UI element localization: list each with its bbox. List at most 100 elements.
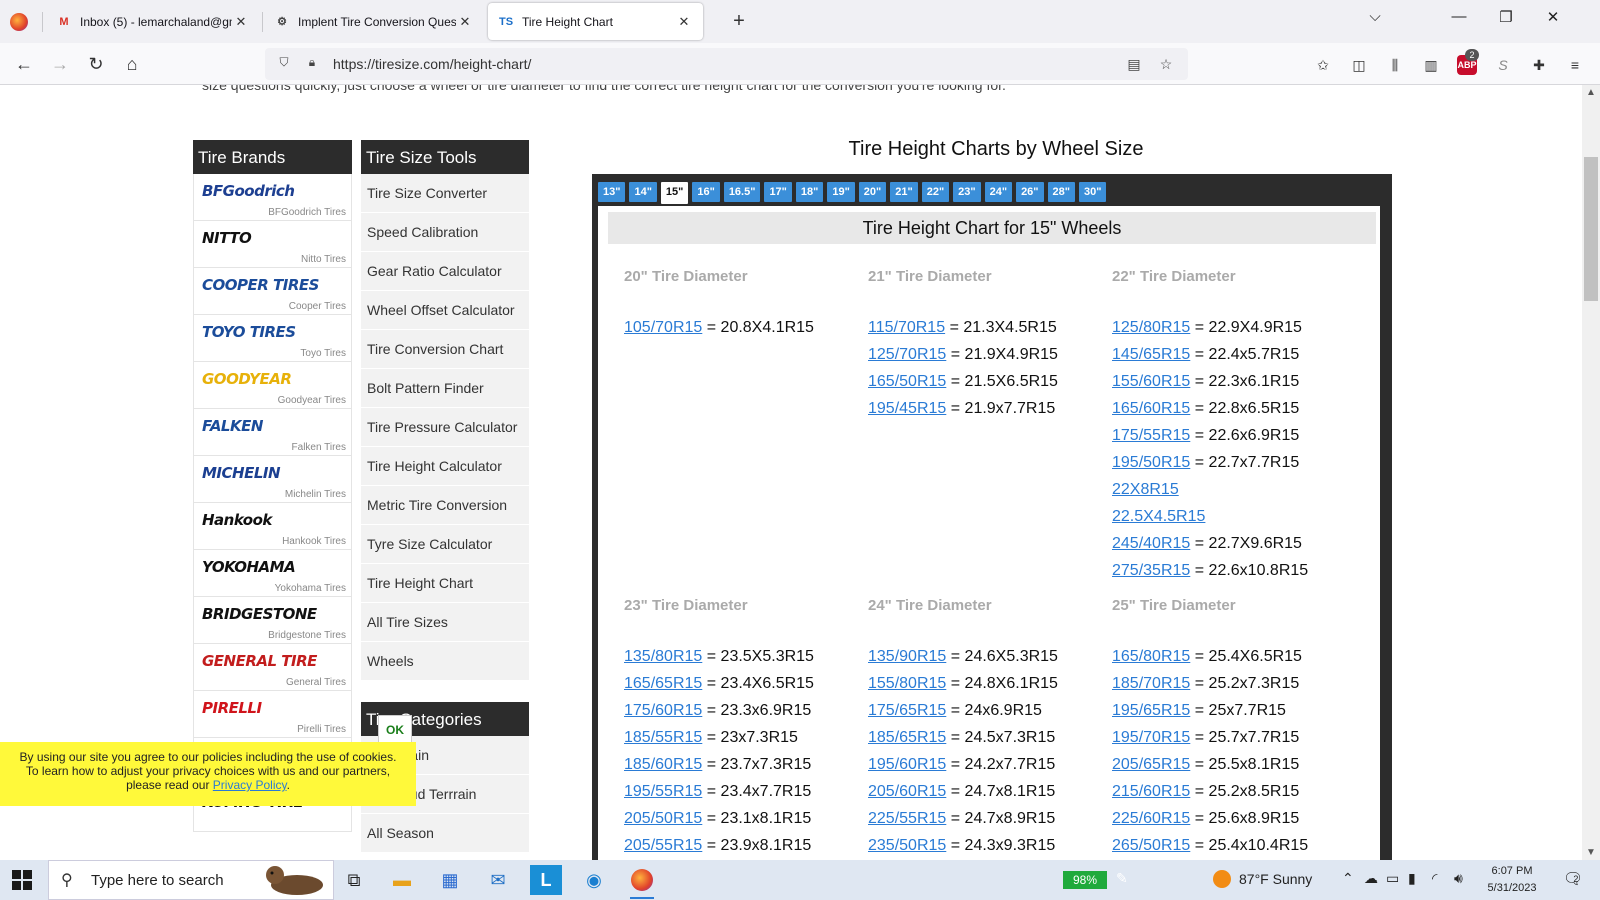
mail-icon[interactable]: ✉ bbox=[482, 865, 514, 895]
task-view-icon[interactable]: ⧉ bbox=[338, 865, 370, 895]
tire-size-link[interactable]: 235/50R15 bbox=[868, 837, 946, 854]
wheel-tab[interactable]: 19" bbox=[827, 182, 855, 202]
brand-item[interactable]: COOPER TIRES Cooper Tires bbox=[193, 268, 352, 315]
tool-link[interactable]: Wheel Offset Calculator bbox=[361, 291, 529, 330]
wheel-tab[interactable]: 16" bbox=[692, 182, 720, 202]
wheel-tab[interactable]: 28" bbox=[1047, 182, 1075, 202]
tire-size-link[interactable]: 165/60R15 bbox=[1112, 400, 1190, 417]
firefox-menu-icon[interactable] bbox=[10, 13, 28, 31]
new-tab-button[interactable]: + bbox=[727, 10, 751, 33]
list-all-tabs-icon[interactable]: ⌵ bbox=[1360, 8, 1390, 25]
close-window-button[interactable]: ✕ bbox=[1538, 8, 1568, 26]
tool-link[interactable]: Tire Size Converter bbox=[361, 174, 529, 213]
microsoft-store-icon[interactable]: ▦ bbox=[434, 865, 466, 895]
wheel-tab[interactable]: 26" bbox=[1016, 182, 1044, 202]
wheel-tab[interactable]: 21" bbox=[890, 182, 918, 202]
extensions-icon[interactable]: ✚ bbox=[1529, 55, 1549, 75]
wheel-tab[interactable]: 23" bbox=[953, 182, 981, 202]
url-bar[interactable]: ⛉ 🔒︎ https://tiresize.com/height-chart/ … bbox=[265, 48, 1188, 80]
scroll-thumb[interactable] bbox=[1584, 157, 1598, 301]
back-button[interactable]: ← bbox=[12, 52, 36, 76]
library-icon[interactable]: ⫼ bbox=[1385, 55, 1405, 75]
bookmark-star-icon[interactable]: ☆ bbox=[1156, 56, 1176, 73]
notification-icon[interactable]: 🗨︎2 bbox=[1563, 869, 1588, 889]
wheel-tab[interactable]: 13" bbox=[598, 182, 626, 202]
tire-size-link[interactable]: 175/60R15 bbox=[624, 702, 702, 719]
file-explorer-icon[interactable]: ▬ bbox=[386, 865, 418, 895]
tire-size-link[interactable]: 105/70R15 bbox=[624, 319, 702, 336]
tire-size-link[interactable]: 205/55R15 bbox=[624, 837, 702, 854]
tire-size-link[interactable]: 155/60R15 bbox=[1112, 373, 1190, 390]
tire-size-link[interactable]: 215/60R15 bbox=[1112, 783, 1190, 800]
brand-item[interactable]: NITTO Nitto Tires bbox=[193, 221, 352, 268]
tire-size-link[interactable]: 135/90R15 bbox=[868, 648, 946, 665]
brand-item[interactable]: YOKOHAMA Yokohama Tires bbox=[193, 550, 352, 597]
tool-link[interactable]: Tire Height Chart bbox=[361, 564, 529, 603]
cookie-ok-button[interactable]: OK bbox=[378, 715, 412, 745]
tool-link[interactable]: Gear Ratio Calculator bbox=[361, 252, 529, 291]
cloud-icon[interactable]: ☁ bbox=[1364, 870, 1378, 887]
brand-item[interactable]: BFGoodrich BFGoodrich Tires bbox=[193, 174, 352, 221]
tire-size-link[interactable]: 125/80R15 bbox=[1112, 319, 1190, 336]
display-icon[interactable]: ▭ bbox=[1386, 870, 1399, 887]
brand-item[interactable]: FALKEN Falken Tires bbox=[193, 409, 352, 456]
tire-size-link[interactable]: 205/50R15 bbox=[624, 810, 702, 827]
tool-link[interactable]: Metric Tire Conversion bbox=[361, 486, 529, 525]
shield-icon[interactable]: ⛉ bbox=[275, 55, 293, 73]
tire-size-link[interactable]: 195/45R15 bbox=[868, 400, 946, 417]
tire-size-link[interactable]: 245/40R15 bbox=[1112, 535, 1190, 552]
taskbar-search[interactable]: ⚲ Type here to search bbox=[48, 860, 334, 900]
wheel-tab[interactable]: 15" bbox=[660, 182, 689, 204]
firefox-taskbar-icon[interactable] bbox=[626, 865, 658, 899]
tire-size-link[interactable]: 195/65R15 bbox=[1112, 702, 1190, 719]
tab-tire-height-chart[interactable]: TS Tire Height Chart ✕ bbox=[488, 3, 703, 40]
brand-item[interactable]: BRIDGESTONE Bridgestone Tires bbox=[193, 597, 352, 644]
minimize-button[interactable]: — bbox=[1444, 8, 1474, 25]
pen-icon[interactable]: ✎ bbox=[1116, 870, 1128, 887]
tire-size-link[interactable]: 165/50R15 bbox=[868, 373, 946, 390]
tire-size-link[interactable]: 185/70R15 bbox=[1112, 675, 1190, 692]
close-tab-icon[interactable]: ✕ bbox=[456, 14, 474, 30]
wheel-tab[interactable]: 16.5" bbox=[723, 182, 761, 202]
windows-start-button[interactable] bbox=[12, 870, 32, 890]
taskbar-clock[interactable]: 6:07 PM 5/31/2023 bbox=[1482, 863, 1542, 897]
tool-link[interactable]: Tyre Size Calculator bbox=[361, 525, 529, 564]
tire-size-link[interactable]: 185/65R15 bbox=[868, 729, 946, 746]
tab-gmail[interactable]: M Inbox (5) - lemarchaland@gma ✕ bbox=[46, 3, 260, 40]
volume-icon[interactable]: 🔊︎ bbox=[1454, 870, 1463, 887]
home-button[interactable]: ⌂ bbox=[120, 52, 144, 76]
pocket-save-icon[interactable]: ✩ bbox=[1313, 55, 1333, 75]
wifi-icon[interactable]: ◜ bbox=[1432, 870, 1437, 887]
tire-size-link[interactable]: 175/65R15 bbox=[868, 702, 946, 719]
tool-link[interactable]: Speed Calibration bbox=[361, 213, 529, 252]
tire-size-link[interactable]: 22X8R15 bbox=[1112, 481, 1179, 498]
wheel-tab[interactable]: 17" bbox=[764, 182, 792, 202]
tab-tire-conversion[interactable]: ⚙ Implent Tire Conversion Questi ✕ bbox=[264, 3, 484, 40]
forward-button[interactable]: → bbox=[48, 52, 72, 76]
tire-size-link[interactable]: 195/60R15 bbox=[868, 756, 946, 773]
reload-button[interactable]: ↻ bbox=[84, 52, 108, 76]
wheel-tab[interactable]: 20" bbox=[858, 182, 887, 202]
wheel-tab[interactable]: 30" bbox=[1078, 182, 1107, 202]
tire-size-link[interactable]: 225/55R15 bbox=[868, 810, 946, 827]
pocket-icon[interactable]: ◫ bbox=[1349, 55, 1369, 75]
tool-link[interactable]: All Tire Sizes bbox=[361, 603, 529, 642]
sidebar-icon[interactable]: ▥ bbox=[1421, 55, 1441, 75]
wheel-tab[interactable]: 22" bbox=[921, 182, 950, 202]
tire-size-link[interactable]: 205/65R15 bbox=[1112, 756, 1190, 773]
reader-view-icon[interactable]: ▤ bbox=[1124, 56, 1144, 73]
s-extension-icon[interactable]: S bbox=[1493, 55, 1513, 75]
category-link[interactable]: All Season bbox=[361, 814, 529, 853]
weather-widget[interactable]: 87°F Sunny bbox=[1213, 870, 1312, 888]
chevron-up-icon[interactable]: ⌃ bbox=[1342, 870, 1354, 887]
battery-indicator[interactable]: 98% bbox=[1063, 871, 1107, 889]
lock-icon[interactable]: 🔒︎ bbox=[303, 55, 321, 73]
url-text[interactable]: https://tiresize.com/height-chart/ bbox=[333, 56, 1124, 72]
privacy-policy-link[interactable]: Privacy Policy bbox=[213, 778, 287, 792]
tire-size-link[interactable]: 205/60R15 bbox=[868, 783, 946, 800]
tire-size-link[interactable]: 275/35R15 bbox=[1112, 562, 1190, 579]
scroll-up-icon[interactable]: ▲ bbox=[1586, 87, 1596, 98]
l-app-icon[interactable]: L bbox=[530, 865, 562, 895]
close-tab-icon[interactable]: ✕ bbox=[232, 14, 250, 30]
wheel-tab[interactable]: 24" bbox=[984, 182, 1013, 202]
